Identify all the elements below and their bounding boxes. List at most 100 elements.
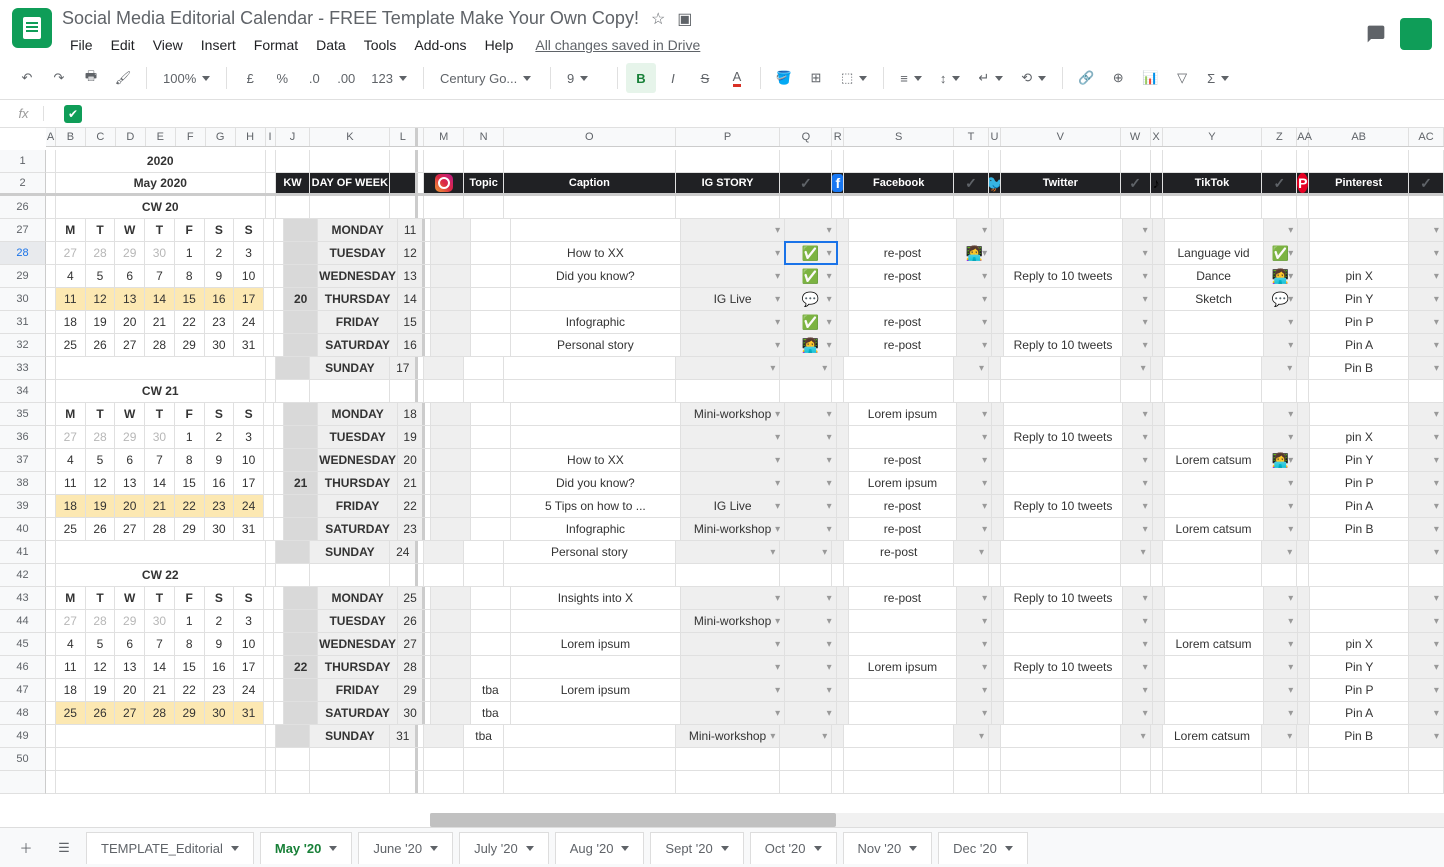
cell-fb-status[interactable] <box>957 656 992 678</box>
mini-cal-cell[interactable]: 21 <box>145 495 175 517</box>
cell-pinterest[interactable]: Pin A <box>1310 334 1409 356</box>
mini-cal-cell[interactable]: 11 <box>56 472 86 494</box>
mini-cal-cell[interactable]: 24 <box>234 311 264 333</box>
row-header[interactable]: 36 <box>0 426 46 449</box>
cell-fb-status[interactable] <box>957 587 992 609</box>
sheet-tab[interactable]: July '20 <box>459 832 549 864</box>
mini-cal-cell[interactable]: M <box>56 587 86 609</box>
cell-q-status[interactable]: 💬 <box>785 288 837 310</box>
cell-caption[interactable] <box>504 725 676 747</box>
cell-twitter[interactable] <box>1004 472 1123 494</box>
row-header[interactable]: 44 <box>0 610 46 633</box>
cell-tw-status[interactable] <box>1123 449 1153 471</box>
row-header[interactable]: 40 <box>0 518 46 541</box>
cell-tk-status[interactable] <box>1262 541 1297 563</box>
cell-q-status[interactable]: ✅ <box>785 311 837 333</box>
cell-igstory[interactable]: Mini-workshop <box>681 610 785 632</box>
cell-q-status[interactable] <box>785 426 837 448</box>
fontsize-select[interactable]: 9 <box>559 67 609 90</box>
mini-cal-cell[interactable]: 31 <box>234 334 264 356</box>
mini-cal-cell[interactable]: 11 <box>56 288 86 310</box>
mini-cal-cell[interactable]: 3 <box>234 242 264 264</box>
mini-cal-cell[interactable]: T <box>145 219 175 241</box>
mini-cal-cell[interactable]: 7 <box>145 633 175 655</box>
cell-tk-status[interactable] <box>1264 311 1299 333</box>
mini-cal-cell[interactable]: 2 <box>205 610 235 632</box>
mini-cal-cell[interactable]: 12 <box>86 288 116 310</box>
mini-cal-cell[interactable]: 28 <box>145 334 175 356</box>
h-align-button[interactable]: ≡ <box>892 67 930 90</box>
menu-tools[interactable]: Tools <box>356 33 405 57</box>
inc-decimal-button[interactable]: .00 <box>331 63 361 93</box>
cell-igstory[interactable] <box>681 472 785 494</box>
mini-cal-cell[interactable]: 22 <box>175 495 205 517</box>
col-header[interactable]: AA <box>1297 128 1309 146</box>
cell-pinterest[interactable] <box>1310 219 1409 241</box>
cell-tk-status[interactable] <box>1262 725 1297 747</box>
cell-pinterest[interactable] <box>1309 541 1409 563</box>
cell-tiktok[interactable] <box>1163 357 1263 379</box>
mini-cal-cell[interactable]: 31 <box>234 518 264 540</box>
cell-facebook[interactable]: re-post <box>849 265 958 287</box>
strike-button[interactable]: S <box>690 63 720 93</box>
mini-cal-cell[interactable]: 1 <box>175 426 205 448</box>
cell-fb-status[interactable] <box>957 426 992 448</box>
cell-tiktok[interactable] <box>1165 219 1264 241</box>
mini-cal-cell[interactable]: 6 <box>115 449 145 471</box>
col-header[interactable]: Q <box>780 128 832 146</box>
mini-cal-cell[interactable]: 23 <box>205 679 235 701</box>
functions-button[interactable]: Σ <box>1199 67 1237 90</box>
mini-cal-cell[interactable] <box>264 449 274 471</box>
mini-cal-cell[interactable] <box>264 265 274 287</box>
mini-cal-cell[interactable]: 1 <box>175 242 205 264</box>
cell-fb-status[interactable] <box>957 633 992 655</box>
cell-tiktok[interactable] <box>1165 403 1264 425</box>
zoom-select[interactable]: 100% <box>155 67 218 90</box>
cell-tk-status[interactable] <box>1264 518 1299 540</box>
col-header[interactable]: X <box>1151 128 1163 146</box>
col-header[interactable]: Y <box>1163 128 1263 146</box>
cell-tk-status[interactable]: 👩‍💻 <box>1264 449 1299 471</box>
col-header[interactable]: A <box>46 128 56 146</box>
cell-caption[interactable]: Personal story <box>511 334 681 356</box>
document-title[interactable]: Social Media Editorial Calendar - FREE T… <box>62 8 639 29</box>
col-header[interactable]: T <box>954 128 989 146</box>
formula-input[interactable]: ✔ <box>44 105 82 123</box>
redo-button[interactable]: ↷ <box>44 63 74 93</box>
merge-button[interactable]: ⬚ <box>833 66 875 90</box>
cell-pinterest[interactable] <box>1310 242 1409 264</box>
mini-cal-cell[interactable]: 20 <box>115 311 145 333</box>
cell-pi-status[interactable] <box>1409 495 1444 517</box>
mini-cal-cell[interactable]: 10 <box>234 633 264 655</box>
cell-caption[interactable] <box>511 426 681 448</box>
cell-tiktok[interactable] <box>1165 472 1264 494</box>
mini-cal-cell[interactable]: 5 <box>86 265 116 287</box>
col-header[interactable]: AC <box>1409 128 1444 146</box>
mini-cal-cell[interactable]: 15 <box>175 288 205 310</box>
cell-twitter[interactable] <box>1004 610 1123 632</box>
cell-q-status[interactable] <box>785 472 837 494</box>
row-header[interactable]: 47 <box>0 679 46 702</box>
cell-igstory[interactable] <box>681 219 785 241</box>
cell-fb-status[interactable] <box>957 288 992 310</box>
cell-tk-status[interactable] <box>1264 633 1299 655</box>
mini-cal-cell[interactable]: F <box>175 219 205 241</box>
cell-tw-status[interactable] <box>1123 219 1153 241</box>
cell-q-status[interactable] <box>785 403 837 425</box>
menu-data[interactable]: Data <box>308 33 354 57</box>
cell-twitter[interactable]: Reply to 10 tweets <box>1004 334 1123 356</box>
cell-fb-status[interactable] <box>954 357 989 379</box>
cell-caption[interactable] <box>511 702 681 724</box>
mini-cal-cell[interactable]: 24 <box>234 495 264 517</box>
cell-tk-status[interactable] <box>1264 472 1299 494</box>
italic-button[interactable]: I <box>658 63 688 93</box>
cell-pi-status[interactable] <box>1409 472 1444 494</box>
cell-facebook[interactable]: Lorem ipsum <box>849 656 958 678</box>
cell-facebook[interactable]: re-post <box>849 449 958 471</box>
mini-cal-cell[interactable]: 28 <box>86 242 116 264</box>
cell-tw-status[interactable] <box>1123 702 1153 724</box>
row-header[interactable]: 46 <box>0 656 46 679</box>
cell-tw-status[interactable] <box>1123 495 1153 517</box>
cell-caption[interactable] <box>511 656 681 678</box>
cell-twitter[interactable] <box>1004 403 1123 425</box>
